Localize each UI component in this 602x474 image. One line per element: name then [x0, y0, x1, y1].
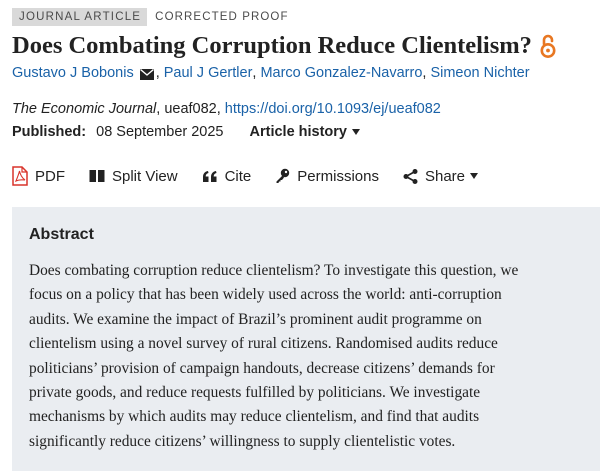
- author-separator: ,: [155, 65, 160, 81]
- author-link[interactable]: Marco Gonzalez-Navarro: [260, 65, 422, 81]
- abstract-line: clientelism using a novel survey of rura…: [29, 335, 498, 353]
- journal-name: The Economic Journal: [12, 101, 157, 117]
- author-list: Gustavo J Bobonis , Paul J Gertler , Mar…: [12, 65, 530, 81]
- article-title: Does Combating Corruption Reduce Cliente…: [12, 32, 532, 59]
- doi-link[interactable]: https://doi.org/10.1093/ej/ueaf082: [225, 101, 441, 117]
- publication-info: Published: 08 September 2025 Article his…: [12, 124, 360, 140]
- abstract-line: mechanisms by which audits may reduce cl…: [29, 408, 480, 426]
- author-link[interactable]: Gustavo J Bobonis: [12, 65, 134, 81]
- share-dropdown[interactable]: Share: [403, 168, 478, 185]
- cite-label: Cite: [224, 167, 252, 185]
- abstract-body: Does combating corruption reduce cliente…: [29, 259, 589, 454]
- proof-status-label: CORRECTED PROOF: [155, 11, 289, 23]
- pdf-icon: [12, 166, 28, 186]
- abstract-line: significantly reduce citizens’ willingne…: [29, 432, 456, 450]
- quote-icon: [202, 170, 217, 182]
- article-history-label: Article history: [249, 124, 348, 140]
- article-id: , ueaf082,: [156, 101, 225, 117]
- pdf-button[interactable]: PDF: [12, 166, 65, 186]
- permissions-label: Permissions: [297, 167, 379, 185]
- split-view-label: Split View: [112, 167, 178, 185]
- permissions-button[interactable]: Permissions: [275, 168, 379, 185]
- article-type-badge: JOURNAL ARTICLE: [12, 8, 148, 26]
- share-icon: [403, 168, 418, 184]
- article-toolbar: PDF Split View Cite Permissions Share: [12, 166, 502, 186]
- article-history-dropdown[interactable]: Article history: [249, 124, 360, 140]
- published-date: 08 September 2025: [96, 124, 224, 140]
- abstract-line: private goods, and reduce requests fulfi…: [29, 384, 481, 402]
- author-link[interactable]: Simeon Nichter: [430, 65, 529, 81]
- published-label: Published:: [12, 124, 87, 140]
- article-tags: JOURNAL ARTICLE CORRECTED PROOF: [12, 8, 289, 26]
- split-view-button[interactable]: Split View: [89, 168, 178, 185]
- author-link[interactable]: Paul J Gertler: [164, 65, 253, 81]
- abstract-panel: Abstract Does combating corruption reduc…: [12, 207, 600, 471]
- caret-down-icon: [470, 173, 478, 179]
- envelope-icon[interactable]: [139, 68, 154, 80]
- key-icon: [276, 168, 290, 183]
- abstract-line: audits. We examine the impact of Brazil’…: [29, 310, 482, 328]
- author-separator: ,: [422, 65, 427, 81]
- abstract-heading: Abstract: [29, 226, 94, 243]
- pdf-label: PDF: [35, 167, 65, 185]
- cite-button[interactable]: Cite: [202, 167, 252, 185]
- share-label: Share: [424, 167, 465, 185]
- caret-down-icon: [352, 129, 360, 135]
- citation-line: The Economic Journal, ueaf082, https://d…: [12, 101, 441, 117]
- split-view-icon: [89, 170, 105, 182]
- abstract-line: focus on a policy that has been widely u…: [29, 286, 502, 304]
- author-separator: ,: [252, 65, 257, 81]
- open-access-icon: [539, 33, 557, 59]
- abstract-line: politicians’ provision of campaign hando…: [29, 359, 495, 377]
- abstract-line: Does combating corruption reduce cliente…: [29, 262, 519, 279]
- title-row: Does Combating Corruption Reduce Cliente…: [12, 32, 557, 60]
